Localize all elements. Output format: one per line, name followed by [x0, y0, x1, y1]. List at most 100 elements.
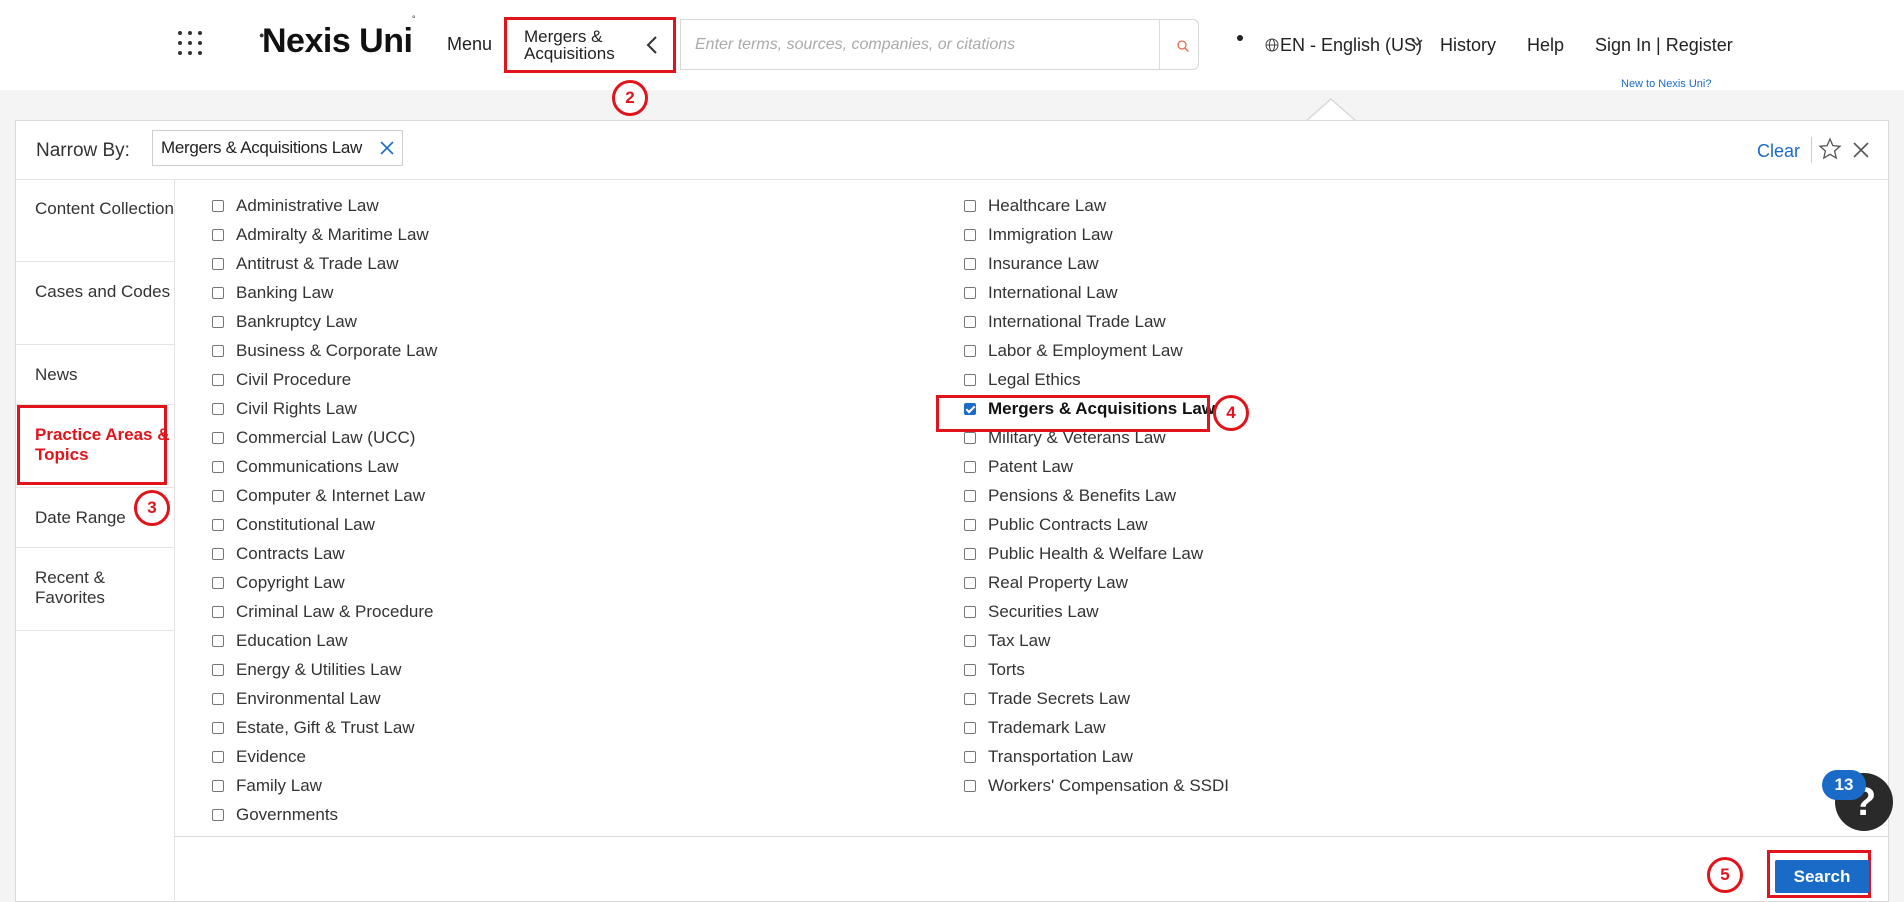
- topic-row[interactable]: Securities Law: [964, 597, 1099, 626]
- topic-row[interactable]: Patent Law: [964, 452, 1073, 481]
- search-icon[interactable]: [1177, 40, 1189, 52]
- topic-checkbox[interactable]: [964, 663, 976, 676]
- topic-checkbox[interactable]: [964, 199, 976, 212]
- topic-checkbox[interactable]: [964, 634, 976, 647]
- topic-label[interactable]: Computer & Internet Law: [236, 486, 425, 506]
- topic-checkbox[interactable]: [212, 750, 224, 763]
- topic-row[interactable]: Tax Law: [964, 626, 1050, 655]
- topic-row[interactable]: Commercial Law (UCC): [212, 423, 415, 452]
- topic-checkbox[interactable]: [212, 460, 224, 473]
- topic-label[interactable]: Pensions & Benefits Law: [988, 486, 1176, 506]
- topic-label[interactable]: Contracts Law: [236, 544, 345, 564]
- topic-row[interactable]: Criminal Law & Procedure: [212, 597, 433, 626]
- topic-label[interactable]: Education Law: [236, 631, 348, 651]
- topic-row[interactable]: Public Health & Welfare Law: [964, 539, 1203, 568]
- nexis-uni-logo[interactable]: Nexis Uni: [262, 22, 413, 61]
- sidebar-item-recent-favorites[interactable]: Recent & Favorites: [16, 548, 174, 631]
- close-icon[interactable]: [1852, 141, 1870, 159]
- topic-row[interactable]: Banking Law: [212, 278, 333, 307]
- topic-checkbox[interactable]: [212, 576, 224, 589]
- topic-label[interactable]: Workers' Compensation & SSDI: [988, 776, 1229, 796]
- star-icon[interactable]: [1818, 137, 1842, 161]
- topic-label[interactable]: Banking Law: [236, 283, 333, 303]
- topic-checkbox[interactable]: [964, 750, 976, 763]
- topic-label[interactable]: Torts: [988, 660, 1025, 680]
- topic-checkbox[interactable]: [212, 605, 224, 618]
- topic-label[interactable]: Admiralty & Maritime Law: [236, 225, 429, 245]
- topic-row[interactable]: Immigration Law: [964, 220, 1113, 249]
- topic-label[interactable]: Civil Rights Law: [236, 399, 357, 419]
- topic-checkbox[interactable]: [964, 257, 976, 270]
- topic-label[interactable]: Constitutional Law: [236, 515, 375, 535]
- topic-checkbox[interactable]: [212, 344, 224, 357]
- topic-label[interactable]: Governments: [236, 805, 338, 825]
- topic-checkbox[interactable]: [212, 286, 224, 299]
- topic-checkbox[interactable]: [964, 692, 976, 705]
- topic-checkbox[interactable]: [212, 489, 224, 502]
- topic-label[interactable]: Public Health & Welfare Law: [988, 544, 1203, 564]
- clear-filters-link[interactable]: Clear: [1757, 141, 1800, 162]
- topic-row[interactable]: Public Contracts Law: [964, 510, 1148, 539]
- topic-row[interactable]: Education Law: [212, 626, 348, 655]
- topic-label[interactable]: Copyright Law: [236, 573, 345, 593]
- topic-label[interactable]: Bankruptcy Law: [236, 312, 357, 332]
- topic-row[interactable]: Family Law: [212, 771, 322, 800]
- topic-checkbox[interactable]: [964, 779, 976, 792]
- topic-checkbox[interactable]: [964, 547, 976, 560]
- topic-label[interactable]: Public Contracts Law: [988, 515, 1148, 535]
- topic-row[interactable]: Transportation Law: [964, 742, 1133, 771]
- apps-grid-icon[interactable]: [178, 31, 202, 55]
- topic-checkbox[interactable]: [212, 692, 224, 705]
- topic-row[interactable]: Copyright Law: [212, 568, 345, 597]
- topic-checkbox[interactable]: [212, 257, 224, 270]
- topic-label[interactable]: Insurance Law: [988, 254, 1099, 274]
- topic-checkbox[interactable]: [964, 344, 976, 357]
- topic-checkbox[interactable]: [212, 663, 224, 676]
- topic-label[interactable]: International Law: [988, 283, 1117, 303]
- topic-checkbox[interactable]: [212, 518, 224, 531]
- sidebar-item-news[interactable]: News: [16, 345, 174, 405]
- topic-row[interactable]: International Trade Law: [964, 307, 1166, 336]
- topic-label[interactable]: Tax Law: [988, 631, 1050, 651]
- sidebar-item-content-collection[interactable]: Content Collection: [16, 179, 174, 262]
- topic-label[interactable]: Labor & Employment Law: [988, 341, 1183, 361]
- topic-row[interactable]: Administrative Law: [212, 191, 379, 220]
- topic-row[interactable]: Labor & Employment Law: [964, 336, 1183, 365]
- topic-row[interactable]: Communications Law: [212, 452, 399, 481]
- topic-row[interactable]: Admiralty & Maritime Law: [212, 220, 429, 249]
- topic-row[interactable]: Constitutional Law: [212, 510, 375, 539]
- topic-checkbox[interactable]: [212, 634, 224, 647]
- language-selector[interactable]: EN - English (US): [1280, 35, 1422, 56]
- topic-label[interactable]: Civil Procedure: [236, 370, 351, 390]
- topic-checkbox[interactable]: [964, 315, 976, 328]
- topic-checkbox[interactable]: [212, 373, 224, 386]
- topic-label[interactable]: Trade Secrets Law: [988, 689, 1130, 709]
- topic-row[interactable]: Civil Procedure: [212, 365, 351, 394]
- topic-label[interactable]: Commercial Law (UCC): [236, 428, 415, 448]
- topic-checkbox[interactable]: [964, 460, 976, 473]
- topic-label[interactable]: Administrative Law: [236, 196, 379, 216]
- topic-row[interactable]: Pensions & Benefits Law: [964, 481, 1176, 510]
- topic-row[interactable]: Workers' Compensation & SSDI: [964, 771, 1229, 800]
- topic-checkbox[interactable]: [212, 808, 224, 821]
- topic-checkbox[interactable]: [964, 228, 976, 241]
- topic-row[interactable]: Contracts Law: [212, 539, 345, 568]
- topic-label[interactable]: Business & Corporate Law: [236, 341, 437, 361]
- topic-checkbox[interactable]: [964, 721, 976, 734]
- topic-row[interactable]: Energy & Utilities Law: [212, 655, 401, 684]
- topic-row[interactable]: Torts: [964, 655, 1025, 684]
- topic-label[interactable]: Trademark Law: [988, 718, 1105, 738]
- topic-label[interactable]: Estate, Gift & Trust Law: [236, 718, 415, 738]
- sidebar-item-cases-and-codes[interactable]: Cases and Codes: [16, 262, 174, 345]
- topic-checkbox[interactable]: [964, 518, 976, 531]
- topic-row[interactable]: Trademark Law: [964, 713, 1105, 742]
- topic-row[interactable]: Bankruptcy Law: [212, 307, 357, 336]
- topic-checkbox[interactable]: [964, 576, 976, 589]
- topic-row[interactable]: Antitrust & Trade Law: [212, 249, 399, 278]
- topic-row[interactable]: International Law: [964, 278, 1117, 307]
- search-button[interactable]: Search: [1775, 860, 1869, 893]
- topic-label[interactable]: Immigration Law: [988, 225, 1113, 245]
- topic-checkbox[interactable]: [964, 286, 976, 299]
- search-context-selector[interactable]: Mergers & Acquisitions: [504, 17, 676, 73]
- new-to-nexis-link[interactable]: New to Nexis Uni?: [1621, 78, 1711, 90]
